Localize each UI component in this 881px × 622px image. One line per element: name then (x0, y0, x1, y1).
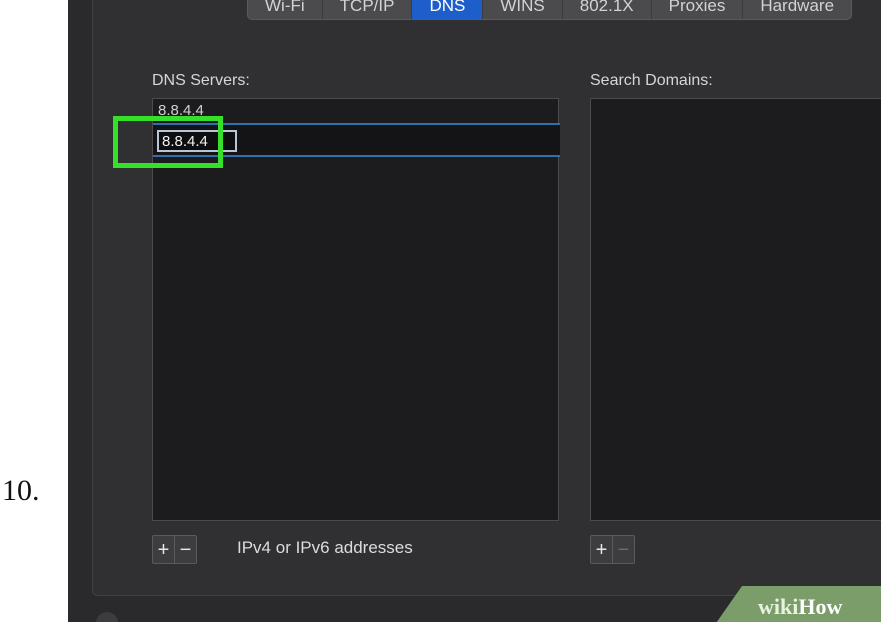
remove-dns-server-button[interactable]: − (174, 536, 196, 563)
tab-wins[interactable]: WINS (483, 0, 563, 19)
dns-servers-label: DNS Servers: (152, 72, 250, 89)
dns-server-edit-row[interactable] (153, 123, 560, 157)
step-number: 10. (2, 474, 40, 507)
tab-hardware[interactable]: Hardware (743, 0, 851, 19)
search-domains-list[interactable] (590, 98, 881, 521)
remove-search-domain-button: − (612, 536, 634, 563)
tab-proxies[interactable]: Proxies (652, 0, 744, 19)
add-search-domain-button[interactable]: + (591, 536, 612, 563)
dns-servers-list[interactable]: 8.8.4.4 (152, 98, 560, 521)
search-domains-buttons: + − (590, 535, 635, 564)
wikihow-watermark: wikiHow (758, 594, 843, 619)
tab-802-1x[interactable]: 802.1X (563, 0, 652, 19)
dns-server-entry[interactable]: 8.8.4.4 (158, 102, 204, 116)
add-dns-server-button[interactable]: + (153, 536, 174, 563)
network-settings-screenshot: Wi-Fi TCP/IP DNS WINS 802.1X Proxies Har… (68, 0, 881, 622)
dns-server-input[interactable] (157, 130, 237, 152)
settings-tab-bar: Wi-Fi TCP/IP DNS WINS 802.1X Proxies Har… (247, 0, 853, 20)
help-button[interactable] (96, 612, 118, 622)
dns-address-hint: IPv4 or IPv6 addresses (237, 538, 413, 557)
dns-servers-buttons: + − (152, 535, 197, 564)
tab-tcp-ip[interactable]: TCP/IP (323, 0, 413, 19)
tab-dns[interactable]: DNS (412, 0, 484, 19)
dns-settings-panel: Wi-Fi TCP/IP DNS WINS 802.1X Proxies Har… (92, 0, 881, 596)
tab-wifi[interactable]: Wi-Fi (248, 0, 323, 19)
search-domains-label: Search Domains: (590, 72, 713, 89)
